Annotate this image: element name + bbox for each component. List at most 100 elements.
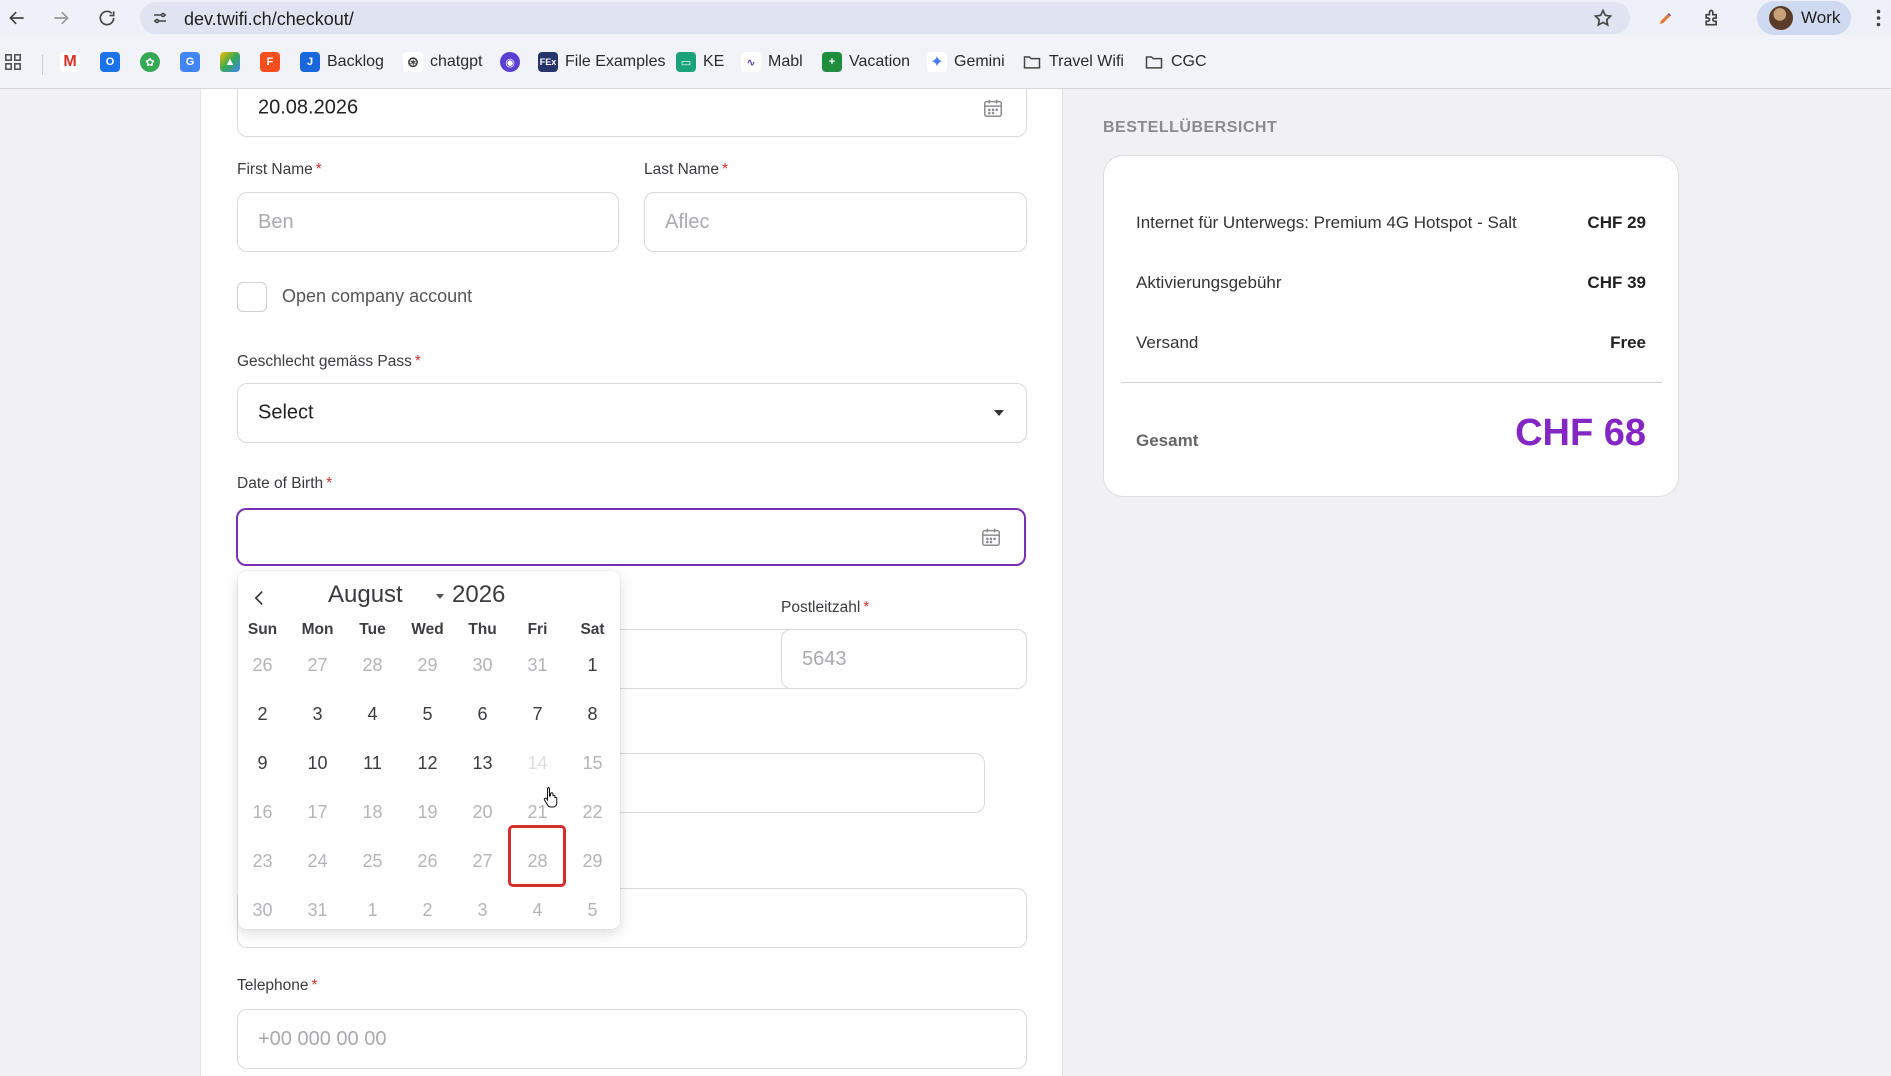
extensions-puzzle-icon[interactable] <box>1698 4 1726 32</box>
mabl-icon: ∿ <box>741 52 761 72</box>
more-menu-icon[interactable] <box>1868 4 1888 32</box>
checkout-page: 20.08.2026 First Name* Last Name* Open c… <box>0 89 1891 1076</box>
calendar-day[interactable]: 30 <box>235 890 290 930</box>
calendar-day[interactable]: 22 <box>565 792 620 832</box>
google-drive-icon[interactable]: ▲ <box>220 48 240 76</box>
bookmark-file-examples[interactable]: FEx File Examples <box>538 48 665 76</box>
calendar-day[interactable]: 17 <box>290 792 345 832</box>
calendar-day[interactable]: 29 <box>565 841 620 881</box>
calendar-day[interactable]: 2 <box>400 890 455 930</box>
travel-date-field[interactable]: 20.08.2026 <box>237 89 1027 137</box>
avatar <box>1769 6 1793 30</box>
last-name-input[interactable] <box>645 193 1026 251</box>
profile-button[interactable]: Work <box>1757 1 1851 35</box>
bookmark-gemini[interactable]: ✦ Gemini <box>927 48 1005 76</box>
calendar-day[interactable]: 18 <box>345 792 400 832</box>
calendar-icon[interactable] <box>982 97 1004 119</box>
calendar-day[interactable]: 31 <box>510 645 565 685</box>
bookmark-chatgpt[interactable]: ⊛ chatgpt <box>403 48 482 76</box>
calendar-day[interactable]: 10 <box>290 743 345 783</box>
figma-icon[interactable]: F <box>260 48 280 76</box>
summary-item-price: CHF 39 <box>1587 273 1646 292</box>
bookmark-mabl[interactable]: ∿ Mabl <box>741 48 803 76</box>
calendar-day[interactable]: 29 <box>400 645 455 685</box>
calendar-day[interactable]: 9 <box>235 743 290 783</box>
calendar-day[interactable]: 25 <box>345 841 400 881</box>
calendar-day[interactable]: 24 <box>290 841 345 881</box>
calendar-day[interactable]: 1 <box>565 645 620 685</box>
postal-code-field[interactable] <box>781 629 1027 689</box>
calendar-day[interactable]: 23 <box>235 841 290 881</box>
calendar-day[interactable]: 31 <box>290 890 345 930</box>
site-info-icon[interactable] <box>148 6 172 30</box>
calendar-day[interactable]: 27 <box>290 645 345 685</box>
calendar-day[interactable]: 5 <box>400 694 455 734</box>
bookmark-vacation[interactable]: + Vacation <box>822 48 910 76</box>
pen-extension-icon[interactable] <box>1652 4 1680 32</box>
clover-icon[interactable]: ✿ <box>140 48 160 76</box>
back-button[interactable] <box>2 3 32 33</box>
calendar-day[interactable]: 26 <box>235 645 290 685</box>
reload-button[interactable] <box>92 3 122 33</box>
month-select[interactable]: August <box>328 581 403 609</box>
calendar-day[interactable]: 20 <box>455 792 510 832</box>
dob-input[interactable] <box>236 508 1026 566</box>
calendar-day[interactable]: 7 <box>510 694 565 734</box>
calendar-day[interactable]: 11 <box>345 743 400 783</box>
calendar-day[interactable]: 15 <box>565 743 620 783</box>
company-account-label[interactable]: Open company account <box>282 286 472 307</box>
travel-date-value: 20.08.2026 <box>258 96 359 119</box>
telephone-field[interactable] <box>237 1009 1027 1069</box>
gender-select[interactable]: Select <box>237 383 1027 443</box>
calendar-day[interactable]: 6 <box>455 694 510 734</box>
calendar-day[interactable]: 4 <box>345 694 400 734</box>
chevron-down-icon <box>994 410 1004 416</box>
first-name-input[interactable] <box>238 193 618 251</box>
postal-code-input[interactable] <box>782 630 1026 688</box>
calendar-day[interactable]: 3 <box>290 694 345 734</box>
calendar-day[interactable]: 19 <box>400 792 455 832</box>
calendar-day[interactable]: 14 <box>510 743 565 783</box>
telephone-input[interactable] <box>238 1010 1026 1068</box>
bookmark-ke[interactable]: ▭ KE <box>676 48 724 76</box>
apps-grid-icon[interactable] <box>4 48 22 76</box>
bookmark-travel-wifi[interactable]: Travel Wifi <box>1022 48 1124 76</box>
summary-item-label: Aktivierungsgebühr <box>1136 273 1282 292</box>
summary-item-label: Versand <box>1136 333 1199 352</box>
bookmark-backlog[interactable]: J Backlog <box>300 48 384 76</box>
calendar-day[interactable]: 2 <box>235 694 290 734</box>
calendar-day[interactable]: 16 <box>235 792 290 832</box>
calendar-day[interactable]: 28 <box>345 645 400 685</box>
calendar-icon[interactable] <box>980 526 1002 548</box>
weekday-header: Fri <box>527 621 548 638</box>
calendar-day[interactable]: 30 <box>455 645 510 685</box>
calendar-day[interactable]: 12 <box>400 743 455 783</box>
calendar-day[interactable]: 13 <box>455 743 510 783</box>
calendar-day[interactable]: 3 <box>455 890 510 930</box>
date-picker-popup: August 2026 Sun Mon Tue Wed Thu Fri Sat 26 27 28 2… <box>238 571 620 929</box>
prev-month-button[interactable] <box>248 585 270 611</box>
bookmark-label: KE <box>703 53 725 70</box>
bookmark-star-icon[interactable] <box>1590 5 1616 31</box>
calendar-day[interactable]: 5 <box>565 890 620 930</box>
calendar-day[interactable]: 8 <box>565 694 620 734</box>
company-account-checkbox[interactable] <box>237 282 267 312</box>
url-text[interactable]: dev.twifi.ch/checkout/ <box>184 9 354 30</box>
calendar-day[interactable]: 1 <box>345 890 400 930</box>
bookmark-cgc[interactable]: CGC <box>1144 48 1207 76</box>
summary-total-value: CHF 68 <box>1515 412 1646 454</box>
translate-icon[interactable]: G <box>180 48 200 76</box>
forward-button[interactable] <box>46 3 76 33</box>
year-input[interactable]: 2026 <box>452 581 505 609</box>
last-name-field[interactable] <box>644 192 1027 252</box>
calendar-day[interactable]: 4 <box>510 890 565 930</box>
summary-total-label: Gesamt <box>1136 431 1199 450</box>
first-name-field[interactable] <box>237 192 619 252</box>
calendar-day[interactable]: 26 <box>400 841 455 881</box>
address-bar[interactable]: dev.twifi.ch/checkout/ <box>140 2 1630 34</box>
eye-extension-icon[interactable]: ◉ <box>500 48 520 76</box>
outlook-icon[interactable]: O <box>100 48 120 76</box>
gmail-icon[interactable]: M <box>60 48 80 76</box>
calendar-day[interactable]: 27 <box>455 841 510 881</box>
weekday-header: Sat <box>580 621 605 638</box>
